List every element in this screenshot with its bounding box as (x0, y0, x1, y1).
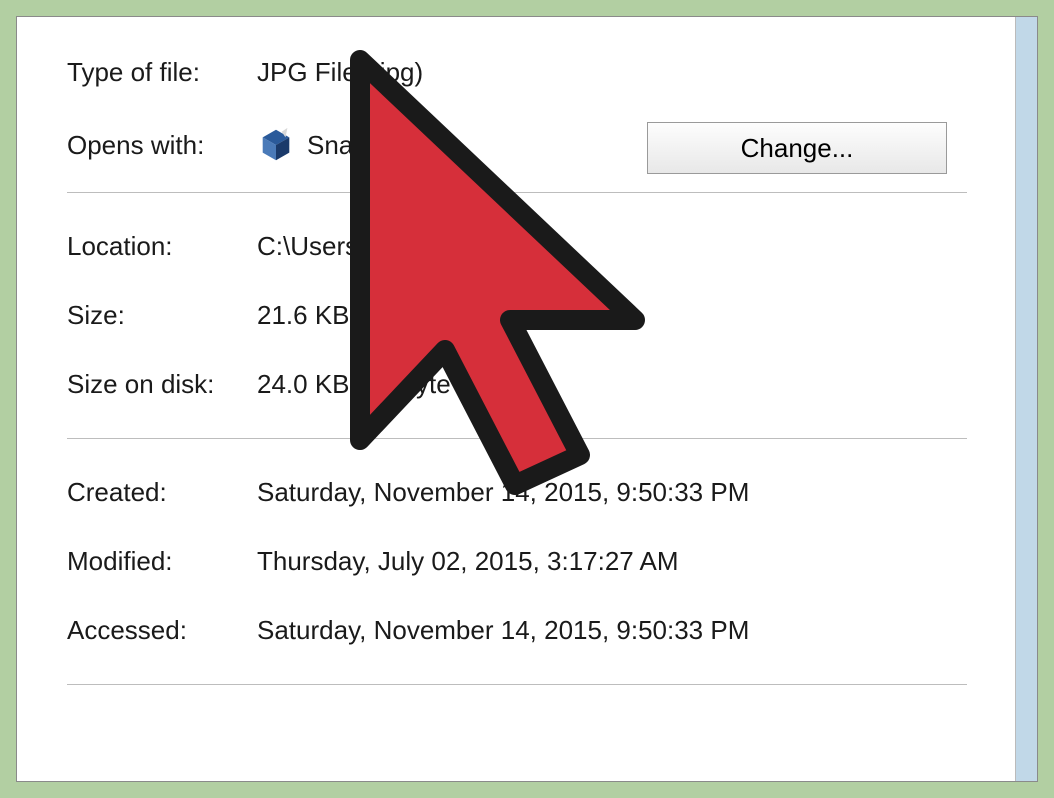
row-opens-with: Opens with: Snagit Change... (67, 126, 987, 164)
row-size-on-disk: Size on disk: 24.0 KB (24 byte (67, 369, 987, 400)
label-accessed: Accessed: (67, 615, 257, 646)
value-accessed: Saturday, November 14, 2015, 9:50:33 PM (257, 615, 749, 646)
label-location: Location: (67, 231, 257, 262)
label-size-on-disk: Size on disk: (67, 369, 257, 400)
value-size-on-disk: 24.0 KB (24 byte (257, 369, 451, 400)
value-type: JPG File (.jpg) (257, 57, 423, 88)
divider-3 (67, 684, 967, 685)
value-created: Saturday, November 14, 2015, 9:50:33 PM (257, 477, 749, 508)
label-modified: Modified: (67, 546, 257, 577)
label-size: Size: (67, 300, 257, 331)
row-accessed: Accessed: Saturday, November 14, 2015, 9… (67, 615, 987, 646)
row-created: Created: Saturday, November 14, 2015, 9:… (67, 477, 987, 508)
divider-2 (67, 438, 967, 439)
right-stripe (1015, 17, 1037, 781)
row-size: Size: 21.6 KB (22 (67, 300, 987, 331)
row-modified: Modified: Thursday, July 02, 2015, 3:17:… (67, 546, 987, 577)
value-opens-with: Snagit (307, 130, 381, 161)
row-type: Type of file: JPG File (.jpg) (67, 57, 987, 88)
properties-dialog: Type of file: JPG File (.jpg) Opens with… (16, 16, 1038, 782)
change-button[interactable]: Change... (647, 122, 947, 174)
row-location: Location: C:\Users\Us (67, 231, 987, 262)
divider-1 (67, 192, 967, 193)
label-opens-with: Opens with: (67, 130, 257, 161)
label-type: Type of file: (67, 57, 257, 88)
value-location: C:\Users\Us (257, 231, 397, 262)
app-icon (257, 126, 295, 164)
label-created: Created: (67, 477, 257, 508)
value-size: 21.6 KB (22 (257, 300, 394, 331)
value-modified: Thursday, July 02, 2015, 3:17:27 AM (257, 546, 679, 577)
